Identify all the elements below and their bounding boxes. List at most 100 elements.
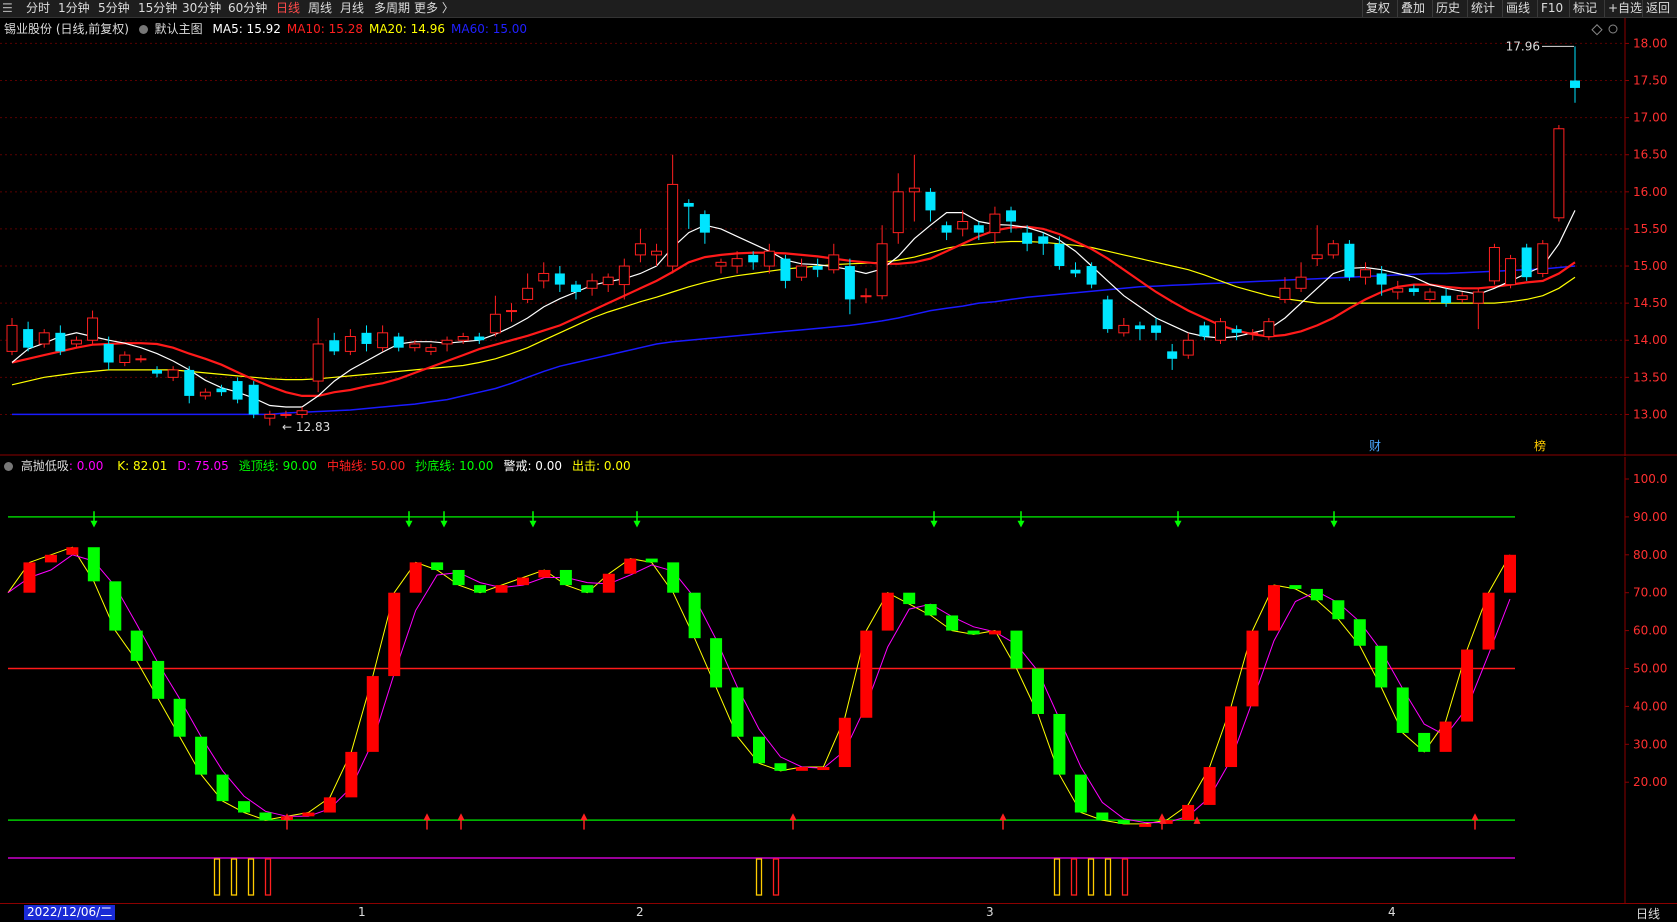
- period-tab-1[interactable]: 1分钟: [58, 1, 90, 16]
- kd-bar: [581, 585, 594, 593]
- candle-body: [780, 258, 791, 281]
- indicator-tick-label: 40.00: [1633, 699, 1667, 713]
- candle-body: [554, 273, 565, 285]
- candle: [554, 266, 565, 293]
- candle-body: [1231, 329, 1242, 333]
- toolbar-button-2[interactable]: 历史: [1432, 0, 1463, 17]
- kd-bar: [774, 763, 787, 771]
- period-tab-6[interactable]: 日线: [276, 1, 300, 16]
- candle: [860, 288, 872, 304]
- toolbar-button-0[interactable]: 复权: [1362, 0, 1393, 17]
- candle: [683, 199, 694, 229]
- candle: [1472, 288, 1484, 330]
- kd-bar: [903, 592, 916, 605]
- toolbar-button-3[interactable]: 统计: [1467, 0, 1498, 17]
- indicator-chart[interactable]: 100.0 90.00 80.00 70.00 60.00 50.00 40.00 30.00…: [0, 457, 1677, 903]
- buy-arrow-icon: [999, 813, 1007, 830]
- candle: [1295, 262, 1307, 293]
- period-tab-8[interactable]: 月线: [340, 1, 364, 16]
- period-label[interactable]: 日线: [1636, 905, 1660, 922]
- buy-arrow-icon: [423, 813, 431, 830]
- candle: [522, 273, 534, 304]
- toolbar-button-7[interactable]: 返回: [1642, 0, 1673, 17]
- kd-bar: [731, 687, 744, 737]
- period-tab-7[interactable]: 周线: [308, 1, 332, 16]
- period-tab-3[interactable]: 15分钟: [138, 1, 177, 16]
- candle-body: [1344, 243, 1355, 278]
- candle-body: [1215, 321, 1227, 341]
- k-line: [7, 546, 1511, 825]
- candle: [312, 317, 324, 393]
- price-tick-label: 14.00: [1633, 333, 1667, 347]
- price-tick-label: 15.50: [1633, 222, 1667, 236]
- candle-body: [1488, 246, 1500, 282]
- sell-arrow-head: [1330, 520, 1338, 528]
- candle-body: [119, 354, 131, 364]
- price-tick-label: 17.00: [1633, 111, 1667, 125]
- toolbar-button-4[interactable]: 画线: [1502, 0, 1533, 17]
- candle-body: [731, 258, 743, 267]
- candle-body: [329, 340, 340, 352]
- candle-body: [586, 280, 598, 289]
- candle: [570, 280, 581, 300]
- period-tab-10[interactable]: 更多 〉: [414, 1, 454, 16]
- low-price-label: ← 12.83: [282, 420, 330, 434]
- candle: [780, 254, 791, 289]
- candle: [489, 295, 501, 337]
- kd-bar: [817, 767, 830, 771]
- candle: [184, 366, 195, 404]
- price-chart[interactable]: 18.00 17.50 17.00 16.50 16.00 15.50 15.00 14.50…: [0, 18, 1677, 456]
- candle: [941, 221, 952, 241]
- candle: [748, 251, 759, 270]
- time-axis-bar: 2022/12/06/二 1 2 3 4 日线: [0, 903, 1677, 922]
- kd-bar: [1461, 649, 1474, 722]
- template-label[interactable]: 默认主图: [155, 22, 203, 36]
- kd-bar: [989, 630, 1002, 635]
- kd-bar: [1353, 619, 1366, 646]
- period-tab-9[interactable]: 多周期: [374, 1, 410, 16]
- candle: [1182, 332, 1194, 359]
- buy-arrow-icon: [789, 813, 797, 830]
- month-label-1: 2: [636, 905, 644, 919]
- warning-bar: [1053, 858, 1061, 896]
- attack-bar: [772, 858, 780, 896]
- indicator-settings-icon[interactable]: [4, 462, 13, 471]
- candle-body: [925, 191, 936, 211]
- candle-body: [38, 332, 50, 345]
- marker-button[interactable]: 标记: [1569, 0, 1600, 17]
- sell-arrow-head: [633, 520, 641, 528]
- candle: [1086, 262, 1097, 289]
- kd-bar: [838, 717, 851, 768]
- indicator-tick-label: 60.00: [1633, 624, 1667, 638]
- kd-bar: [1031, 668, 1044, 714]
- sell-arrow-icon: [1174, 511, 1182, 528]
- candle: [1263, 317, 1275, 341]
- indicator-tick-label: 80.00: [1633, 548, 1667, 562]
- toolbar-button-6[interactable]: +自选: [1604, 0, 1645, 17]
- kd-bar: [1246, 630, 1259, 707]
- candle-body: [312, 343, 324, 382]
- ma10-line: [11, 225, 1576, 397]
- kd-bar: [924, 604, 937, 616]
- kd-bar: [366, 676, 379, 752]
- candle-body: [651, 250, 663, 256]
- candle: [1151, 317, 1162, 341]
- menu-icon[interactable]: ☰: [2, 1, 13, 16]
- period-tab-4[interactable]: 30分钟: [182, 1, 221, 16]
- toolbar-button-5[interactable]: F10: [1537, 0, 1566, 17]
- period-tab-5[interactable]: 60分钟: [228, 1, 267, 16]
- candle-body: [667, 183, 679, 267]
- indicator-name: 高抛低吸: [20, 459, 69, 473]
- buy-arrow-icon: [457, 813, 465, 830]
- candle: [1521, 243, 1532, 281]
- period-tab-2[interactable]: 5分钟: [98, 1, 130, 16]
- main-legend: 锡业股份 (日线,前复权) 默认主图 MA5: 15.92 MA10: 15.28…: [4, 20, 527, 36]
- candle: [1505, 254, 1517, 289]
- template-icon[interactable]: [138, 25, 148, 34]
- period-tab-0[interactable]: 分时: [26, 1, 50, 16]
- toolbar-button-1[interactable]: 叠加: [1397, 0, 1428, 17]
- candle-body: [377, 332, 389, 349]
- kd-bar: [1182, 804, 1195, 821]
- warning-bar: [247, 858, 255, 896]
- candle: [296, 407, 308, 419]
